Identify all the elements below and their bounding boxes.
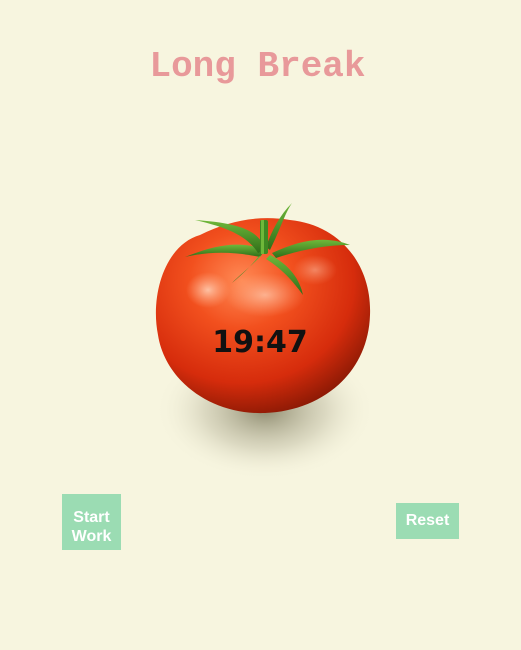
mode-title: Long Break <box>149 46 366 87</box>
tomato-timer: 19:47 <box>140 195 390 495</box>
start-work-label: Start Work <box>71 508 112 545</box>
reset-button[interactable]: Reset <box>396 503 459 539</box>
timer-display: 19:47 <box>212 325 308 360</box>
start-work-button[interactable]: Start Work <box>62 494 121 550</box>
